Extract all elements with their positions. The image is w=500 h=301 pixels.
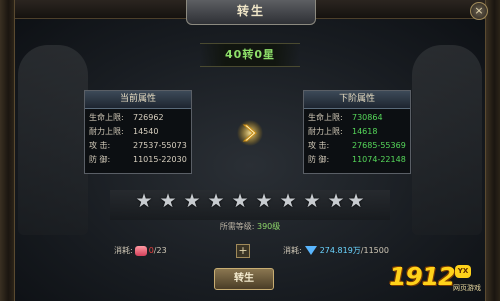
next-attr-row: 攻 击: 27685-55369: [304, 139, 410, 153]
cost-label: 消耗:: [114, 246, 133, 255]
current-attr-row: 耐力上限: 14540: [85, 125, 191, 139]
star-icon: ★: [327, 190, 345, 212]
diamond-amount: 274.819万: [319, 246, 361, 255]
next-attr-row: 耐力上限: 14618: [304, 125, 410, 139]
attr-label: 生命上限:: [89, 113, 124, 122]
logo-badge: YX: [455, 265, 471, 278]
star-icon: ★: [303, 190, 321, 212]
attr-value: 27537-55073: [133, 141, 187, 150]
right-statue-decoration: [412, 45, 482, 235]
logo-subtitle: 网页游戏: [453, 284, 481, 292]
required-level-value: 390级: [256, 222, 281, 231]
attr-label: 防 御:: [308, 155, 330, 164]
attr-label: 防 御:: [89, 155, 111, 164]
attr-value: 730864: [352, 113, 383, 122]
star-icon: ★: [231, 190, 249, 212]
next-attributes-header: 下阶属性: [304, 91, 410, 109]
attr-value: 11015-22030: [133, 155, 187, 164]
close-button[interactable]: ×: [470, 2, 488, 20]
star-icon: ★: [183, 190, 201, 212]
attr-value: 726962: [133, 113, 164, 122]
current-attr-row: 生命上限: 726962: [85, 111, 191, 125]
attr-value: 27685-55369: [352, 141, 406, 150]
diamond-cost: 消耗: 274.819万/11500: [283, 245, 389, 256]
current-attr-row: 防 御: 11015-22030: [85, 153, 191, 167]
required-level: 所需等级: 390级: [200, 221, 300, 232]
required-level-label: 所需等级:: [219, 222, 255, 231]
rebirth-window: 转生 × 40转0星 当前属性 生命上限: 726962 耐力上限: 14540 攻…: [0, 0, 500, 301]
attr-value: 11074-22148: [352, 155, 406, 164]
star-progress: ★ ★ ★ ★ ★ ★ ★ ★ ★ ★: [134, 191, 366, 211]
item-need-count: /23: [153, 246, 167, 255]
attr-label: 耐力上限:: [308, 127, 343, 136]
current-attr-row: 攻 击: 27537-55073: [85, 139, 191, 153]
rebirth-rank-label: 40转0星: [200, 43, 300, 67]
current-attributes-header: 当前属性: [85, 91, 191, 109]
gift-item-icon: [134, 245, 147, 256]
diamond-icon: [304, 246, 317, 255]
star-icon: ★: [135, 190, 153, 212]
window-title: 转生: [186, 0, 316, 25]
current-attributes-panel: 当前属性 生命上限: 726962 耐力上限: 14540 攻 击: 27537-55…: [84, 90, 192, 174]
attr-label: 生命上限:: [308, 113, 343, 122]
left-frame-rail: [0, 0, 15, 301]
next-attr-row: 防 御: 11074-22148: [304, 153, 410, 167]
star-icon: ★: [279, 190, 297, 212]
star-icon: ★: [207, 190, 225, 212]
attr-value: 14618: [352, 127, 378, 136]
logo-number: 1912: [389, 262, 456, 291]
star-icon: ★: [159, 190, 177, 212]
next-attributes-panel: 下阶属性 生命上限: 730864 耐力上限: 14618 攻 击: 27685-55…: [303, 90, 411, 174]
star-icon: ★: [347, 190, 365, 212]
arrow-right-icon: [237, 120, 263, 146]
cost-label: 消耗:: [283, 246, 302, 255]
next-attr-row: 生命上限: 730864: [304, 111, 410, 125]
attr-value: 14540: [133, 127, 159, 136]
rebirth-button[interactable]: 转生: [214, 268, 274, 290]
item-cost: 消耗: 0/23: [114, 245, 167, 256]
diamond-need: /11500: [360, 246, 389, 255]
attr-label: 攻 击:: [89, 141, 111, 150]
right-frame-rail: [485, 0, 500, 301]
left-statue-decoration: [18, 45, 88, 235]
attr-label: 耐力上限:: [89, 127, 124, 136]
site-logo: 1912 YX 网页游戏: [389, 262, 493, 296]
star-icon: ★: [255, 190, 273, 212]
add-item-button[interactable]: +: [236, 244, 250, 258]
attr-label: 攻 击:: [308, 141, 330, 150]
